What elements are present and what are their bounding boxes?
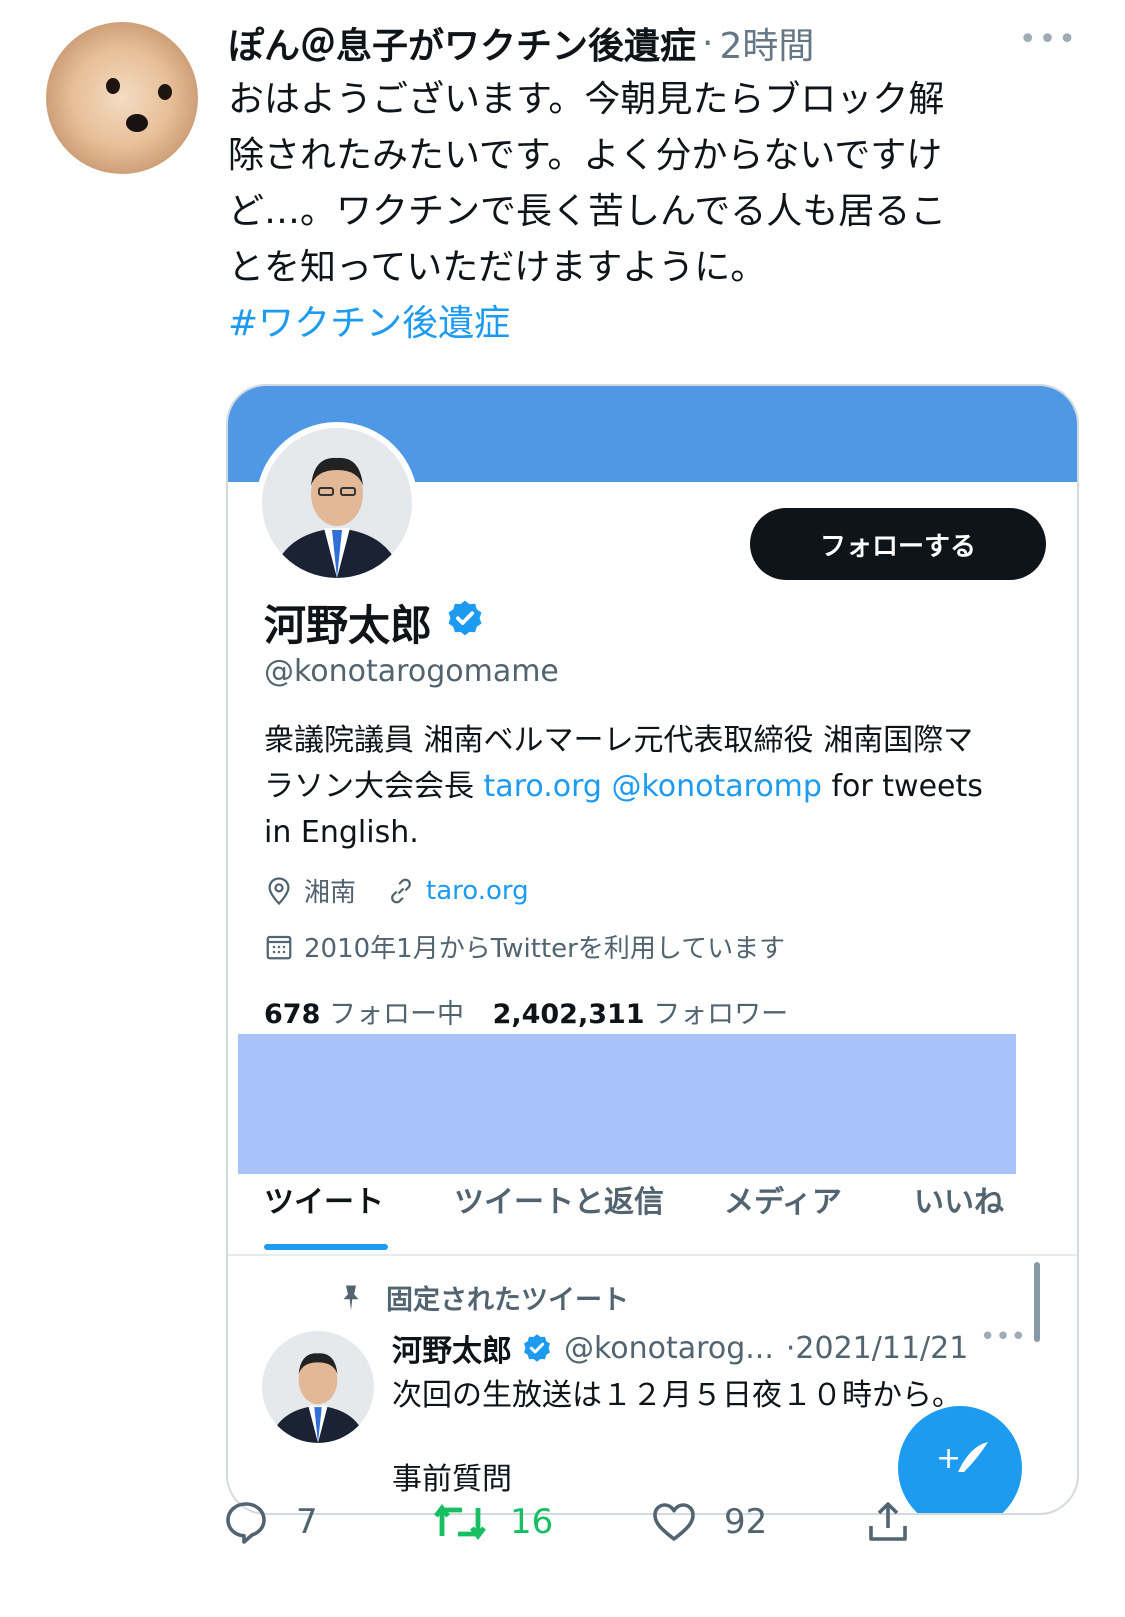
followers-label: フォロワー	[653, 999, 789, 1030]
active-tab-indicator	[264, 1244, 388, 1250]
following-label: フォロー中	[328, 999, 464, 1030]
bio-text: ラソン大会会長	[264, 769, 484, 804]
profile-joined-date: 2010年1月からTwitterを利用しています	[304, 934, 786, 964]
following-count: 678	[264, 999, 321, 1030]
verified-badge-icon	[522, 1333, 552, 1363]
bio-mention-link[interactable]: @konotaromp	[611, 769, 821, 804]
author-name[interactable]: ぽん＠息子がワクチン後遺症	[228, 17, 696, 69]
tweet-action-bar: 7 16 92	[0, 1490, 1125, 1570]
profile-tabs: ツイート ツイートと返信 メディア いいね	[228, 1182, 1077, 1256]
share-icon	[869, 1502, 907, 1541]
link-icon	[391, 878, 411, 903]
profile-website-link[interactable]: taro.org	[426, 876, 529, 906]
profile-photo	[262, 428, 412, 578]
bio-website-link[interactable]: taro.org	[484, 769, 602, 804]
pinned-tweet-date: ·2021/11/21	[785, 1330, 969, 1366]
tab-media[interactable]: メディア	[724, 1182, 842, 1254]
profile-bio: 衆議院議員 湘南ベルマーレ元代表取締役 湘南国際マ ラソン大会会長 taro.o…	[264, 718, 1024, 856]
profile-name: 河野太郎	[264, 601, 433, 650]
more-options-icon[interactable]: •••	[1019, 22, 1078, 57]
author-avatar[interactable]	[46, 22, 198, 174]
person-photo-icon	[262, 428, 412, 578]
like-count: 92	[724, 1502, 768, 1542]
calendar-icon	[266, 935, 292, 959]
avatar-detail	[158, 84, 172, 100]
heart-icon	[653, 1503, 695, 1541]
svg-text:+: +	[936, 1441, 961, 1476]
tweet-text-line: とを知っていただけますように。	[228, 247, 767, 288]
retweet-button[interactable]: 16	[432, 1498, 553, 1546]
like-button[interactable]: 92	[650, 1498, 767, 1546]
pin-icon	[343, 1285, 359, 1310]
tab-likes[interactable]: いいね	[914, 1182, 1004, 1254]
pinned-tweet-avatar	[262, 1331, 374, 1443]
pinned-tweet-author: 河野太郎	[392, 1334, 512, 1369]
tweet-time[interactable]: 2時間	[719, 17, 814, 69]
following-stat[interactable]: 678 フォロー中	[264, 999, 464, 1030]
location-pin-icon	[268, 876, 290, 905]
pinned-tweet-handle: @konotarog...	[564, 1330, 774, 1366]
retweet-count: 16	[510, 1502, 554, 1542]
reply-icon	[226, 1502, 266, 1544]
pinned-tweet-header: 河野太郎 @konotarog... ·2021/11/21	[392, 1326, 1032, 1370]
reply-button[interactable]: 7	[222, 1498, 318, 1546]
pinned-label-text: 固定されたツイート	[386, 1285, 629, 1316]
pinned-tweet-label: 固定されたツイート	[336, 1278, 629, 1317]
profile-meta-row: 湘南 taro.org	[264, 872, 529, 909]
bio-text: for tweets	[821, 769, 983, 804]
avatar-detail	[106, 78, 120, 94]
profile-stats: 678 フォロー中 2,402,311 フォロワー	[264, 992, 788, 1031]
profile-name-row: 河野太郎	[264, 592, 484, 653]
profile-joined-row: 2010年1月からTwitterを利用しています	[264, 928, 785, 965]
tweet-text-line: おはようございます。今朝見たらブロック解	[228, 79, 945, 120]
avatar-detail	[126, 114, 148, 132]
bio-line: in English.	[264, 815, 419, 850]
profile-location: 湘南	[304, 878, 357, 908]
separator: ·	[702, 22, 714, 64]
profile-avatar	[256, 422, 418, 584]
highlighted-region	[238, 1034, 1016, 1174]
pinned-tweet-text: 次回の生放送は１２月５日夜１０時から。	[392, 1378, 962, 1413]
hashtag-link[interactable]: #ワクチン後遺症	[228, 296, 1068, 352]
verified-badge-icon	[446, 598, 484, 647]
share-button[interactable]	[864, 1498, 912, 1546]
followers-stat[interactable]: 2,402,311 フォロワー	[493, 999, 789, 1030]
person-photo-icon	[262, 1331, 374, 1443]
tweet-text-line: 除されたみたいです。よく分からないですけ	[228, 135, 943, 176]
reply-count: 7	[296, 1502, 318, 1542]
follow-button[interactable]: フォローする	[750, 508, 1046, 580]
attached-image[interactable]: フォローする 河野太郎 @konotarogomame 衆議院議員 湘南ベルマー…	[226, 384, 1079, 1515]
scrollbar	[1034, 1262, 1040, 1342]
bio-line: ラソン大会会長 taro.org @konotaromp for tweets	[264, 764, 1024, 810]
bio-line: 衆議院議員 湘南ベルマーレ元代表取締役 湘南国際マ	[264, 723, 974, 758]
followers-count: 2,402,311	[492, 999, 645, 1030]
tab-tweets-and-replies[interactable]: ツイートと返信	[454, 1182, 664, 1254]
tweet-header: ぽん＠息子がワクチン後遺症 · 2時間 •••	[228, 18, 1078, 68]
retweet-icon	[434, 1504, 486, 1540]
more-options-icon: •••	[980, 1322, 1027, 1352]
tweet-text-line: ど…。ワクチンで長く苦しんでる人も居るこ	[228, 191, 947, 232]
tweet-text: おはようございます。今朝見たらブロック解 除されたみたいです。よく分からないです…	[228, 72, 1068, 352]
profile-handle: @konotarogomame	[264, 654, 559, 689]
